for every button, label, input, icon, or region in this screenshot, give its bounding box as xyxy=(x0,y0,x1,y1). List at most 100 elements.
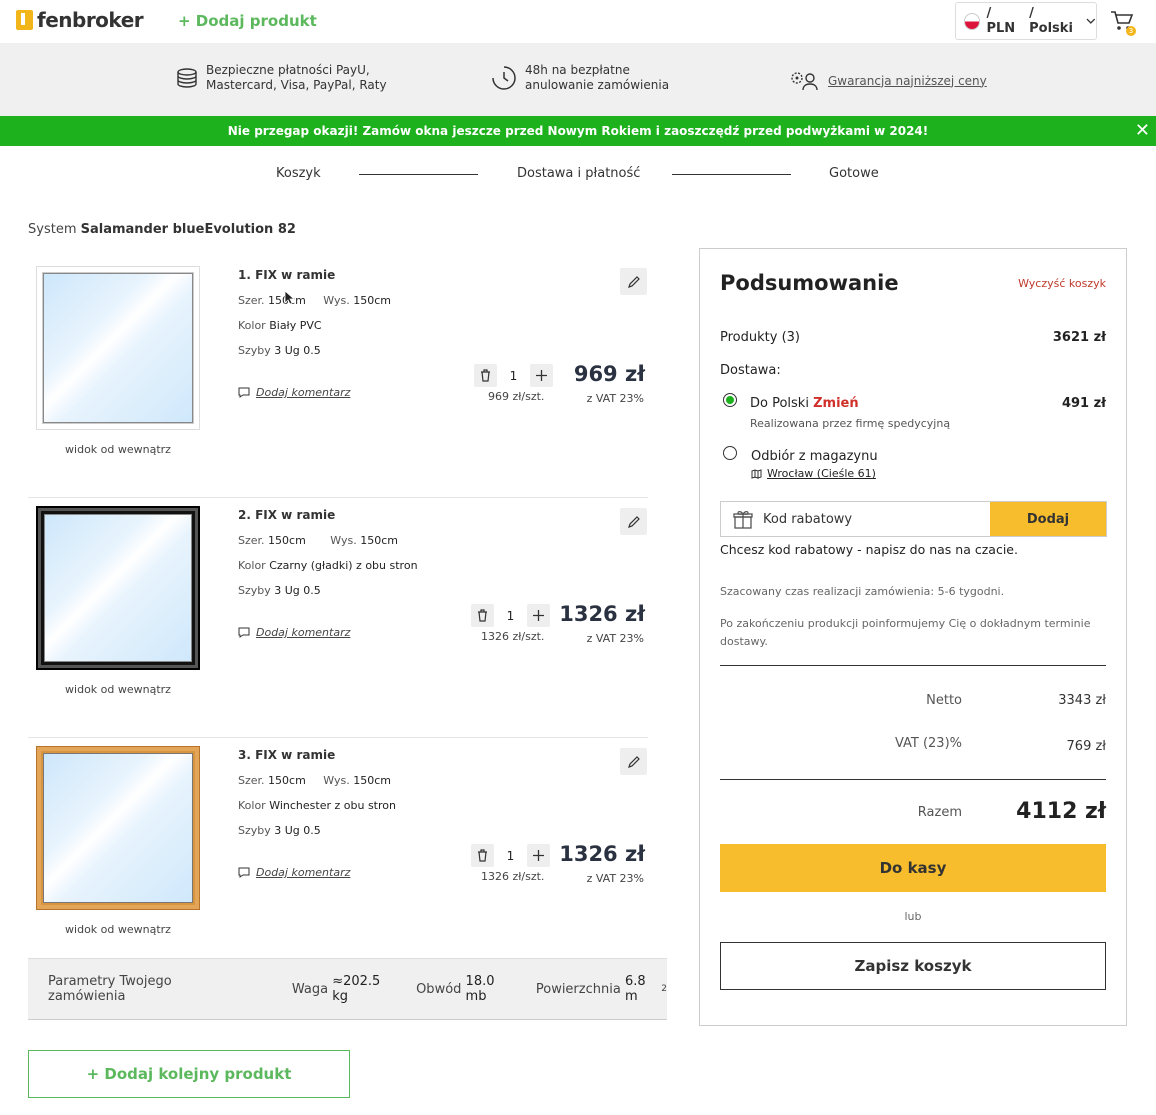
close-icon[interactable]: ✕ xyxy=(1135,116,1150,146)
params-label: Parametry Twojego zamówienia xyxy=(48,974,172,1004)
coupon-input[interactable]: Kod rabatowy xyxy=(721,502,990,536)
coupon-form: Kod rabatowy Dodaj xyxy=(720,501,1107,537)
step-divider xyxy=(359,174,478,175)
clear-cart-link[interactable]: Wyczyść koszyk xyxy=(1018,277,1106,290)
summary-title: Podsumowanie xyxy=(720,271,899,295)
cart-item: widok od wewnątrz 1. FIX w ramie Szer. 1… xyxy=(28,258,648,498)
step-cart[interactable]: Koszyk xyxy=(276,166,321,181)
add-comment-link[interactable]: Dodaj komentarz xyxy=(238,626,350,639)
quantity-stepper: 1 xyxy=(471,844,550,867)
height-value: 150cm xyxy=(360,534,398,547)
quantity-stepper: 1 xyxy=(474,364,553,387)
system-label: System Salamander blueEvolution 82 xyxy=(28,222,296,237)
window-preview xyxy=(36,746,200,910)
edit-button[interactable] xyxy=(620,268,647,295)
item-price: 1326 zł xyxy=(559,602,645,626)
increase-button[interactable] xyxy=(527,604,550,627)
benefit-payments-line1: Bezpieczne płatności PayU, xyxy=(206,63,370,77)
edit-button[interactable] xyxy=(620,748,647,775)
net-label: Netto xyxy=(926,693,962,708)
coupon-hint: Chcesz kod rabatowy - napisz do nas na c… xyxy=(720,542,1018,557)
width-value: 150cm xyxy=(268,534,306,547)
coupon-placeholder: Kod rabatowy xyxy=(763,511,853,527)
edit-button[interactable] xyxy=(620,508,647,535)
view-label: widok od wewnątrz xyxy=(65,683,171,696)
delivery-note: Realizowana przez firmę spedycyjną xyxy=(750,417,951,430)
plus-icon xyxy=(533,850,544,861)
item-vat: z VAT 23% xyxy=(586,632,644,645)
benefit-payments: Bezpieczne płatności PayU, Mastercard, Vi… xyxy=(176,63,387,93)
summary-divider xyxy=(720,779,1106,780)
poland-flag-icon xyxy=(964,12,981,30)
promo-text: Nie przegap okazji! Zamów okna jeszcze p… xyxy=(227,124,929,138)
quantity-value[interactable]: 1 xyxy=(494,849,527,863)
cart-button[interactable]: 3 xyxy=(1110,10,1136,36)
cart-item: widok od wewnątrz 3. FIX w ramie Szer. 1… xyxy=(28,738,648,978)
glass-label: Szyby xyxy=(238,584,271,597)
pencil-icon xyxy=(627,275,640,288)
product-glass: Szyby 3 Ug 0.5 xyxy=(238,344,321,357)
apply-coupon-button[interactable]: Dodaj xyxy=(990,502,1106,536)
trash-icon xyxy=(478,609,487,622)
add-product-link[interactable]: + Dodaj produkt xyxy=(178,12,317,30)
step-done[interactable]: Gotowe xyxy=(829,166,879,181)
quantity-value[interactable]: 1 xyxy=(494,609,527,623)
product-title: 1. FIX w ramie xyxy=(238,268,336,282)
glass-value: 3 Ug 0.5 xyxy=(274,584,321,597)
pickup-address-text: Wrocław (Cieśle 61) xyxy=(767,467,876,480)
guarantee-icon xyxy=(791,72,818,91)
increase-button[interactable] xyxy=(527,844,550,867)
delete-button[interactable] xyxy=(471,604,494,627)
benefits-bar: Bezpieczne płatności PayU, Mastercard, Vi… xyxy=(0,43,1156,116)
product-dimensions: Szer. 150cm Wys. 150cm xyxy=(238,534,398,547)
glass-label: Szyby xyxy=(238,344,271,357)
product-dimensions: Szer. 150cm Wys. 150cm xyxy=(238,294,391,307)
add-comment-label: Dodaj komentarz xyxy=(256,866,351,879)
delete-button[interactable] xyxy=(471,844,494,867)
chevron-down-icon xyxy=(1086,18,1096,24)
cart-count-badge: 3 xyxy=(1126,26,1136,36)
guarantee-link[interactable]: Gwarancja najniższej ceny xyxy=(828,74,987,89)
pickup-address[interactable]: Wrocław (Cieśle 61) xyxy=(751,467,876,480)
view-label: widok od wewnątrz xyxy=(65,923,171,936)
add-comment-link[interactable]: Dodaj komentarz xyxy=(238,386,350,399)
save-cart-button[interactable]: Zapisz koszyk xyxy=(720,942,1106,990)
quantity-stepper: 1 xyxy=(471,604,550,627)
comment-icon xyxy=(238,627,250,638)
production-notice: Po zakończeniu produkcji poinformujemy C… xyxy=(720,617,1091,648)
product-color: Kolor Czarny (gładki) z obu stron xyxy=(238,559,418,572)
delivery-option-poland-radio[interactable] xyxy=(723,393,737,407)
product-glass: Szyby 3 Ug 0.5 xyxy=(238,584,321,597)
benefit-guarantee: Gwarancja najniższej ceny xyxy=(790,71,987,91)
delivery-option-pickup-radio[interactable] xyxy=(723,446,737,460)
promo-banner: Nie przegap okazji! Zamów okna jeszcze p… xyxy=(0,116,1156,146)
product-glass: Szyby 3 Ug 0.5 xyxy=(238,824,321,837)
change-delivery-link[interactable]: Zmień xyxy=(813,396,859,411)
product-dimensions: Szer. 150cm Wys. 150cm xyxy=(238,774,391,787)
step-delivery[interactable]: Dostawa i płatność xyxy=(517,166,640,181)
clock-icon xyxy=(492,66,516,90)
perimeter-label: Obwód xyxy=(416,981,462,997)
add-another-product-button[interactable]: + Dodaj kolejny produkt xyxy=(28,1050,350,1098)
height-value: 150cm xyxy=(353,294,391,307)
currency-label: / PLN xyxy=(986,6,1016,36)
add-comment-label: Dodaj komentarz xyxy=(256,386,351,399)
quantity-value[interactable]: 1 xyxy=(497,369,530,383)
gift-icon xyxy=(733,510,753,529)
item-vat: z VAT 23% xyxy=(586,872,644,885)
area-label: Powierzchnia xyxy=(535,981,621,997)
language-label: / Polski xyxy=(1029,6,1073,36)
color-value: Biały PVC xyxy=(269,319,322,332)
order-summary: Podsumowanie Wyczyść koszyk Produkty (3)… xyxy=(699,248,1127,1026)
plus-icon xyxy=(533,610,544,621)
checkout-button[interactable]: Do kasy xyxy=(720,844,1106,892)
delete-button[interactable] xyxy=(474,364,497,387)
view-label: widok od wewnątrz xyxy=(65,443,171,456)
glass-label: Szyby xyxy=(238,824,271,837)
add-comment-link[interactable]: Dodaj komentarz xyxy=(238,866,350,879)
currency-language-selector[interactable]: / PLN / Polski xyxy=(955,2,1097,40)
increase-button[interactable] xyxy=(530,364,553,387)
pencil-icon xyxy=(627,515,640,528)
products-value: 3621 zł xyxy=(1052,330,1106,345)
logo[interactable]: fenbroker xyxy=(16,8,144,32)
